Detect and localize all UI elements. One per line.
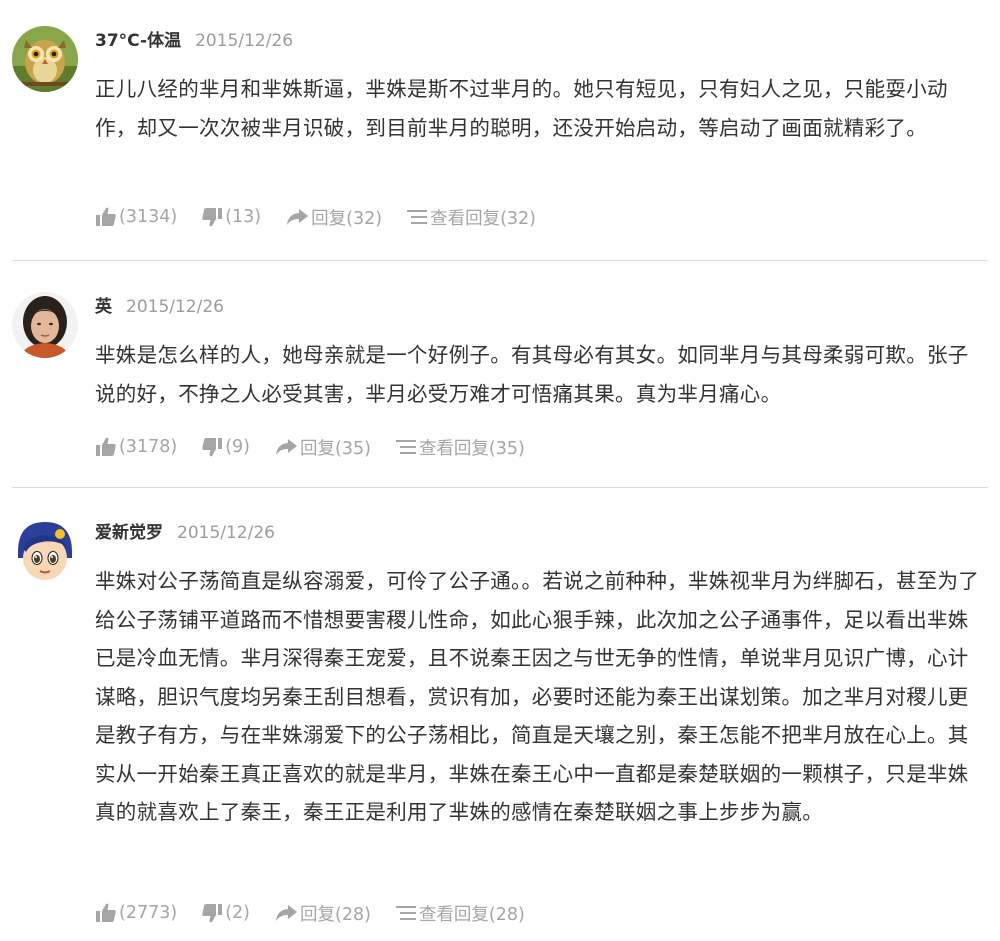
divider [12, 487, 988, 488]
thumbs-down-icon [202, 208, 223, 227]
view-replies-button[interactable]: 查看回复(32) [406, 205, 536, 230]
share-arrow-icon [276, 439, 297, 455]
comment-date: 2015/12/26 [126, 297, 224, 317]
dislike-button[interactable]: (9) [201, 437, 250, 457]
view-replies-button[interactable]: 查看回复(35) [395, 435, 525, 460]
comment-text: 正儿八经的芈月和芈姝斯逼，芈姝是斯不过芈月的。她只有短见，只有妇人之见，只能耍小… [95, 77, 948, 140]
dislike-count: (9) [225, 437, 250, 457]
list-lines-icon [395, 906, 416, 920]
comment-header: 37°C-体温 2015/12/26 [95, 28, 293, 54]
comment-date: 2015/12/26 [177, 523, 275, 543]
like-count: (3134) [119, 207, 178, 227]
reply-button[interactable]: 回复(32) [285, 205, 382, 230]
comment-actions: (3134) (13) 回复(32) 查看回复(32) [95, 204, 560, 230]
username[interactable]: 英 [95, 297, 112, 317]
list-lines-icon [407, 210, 428, 224]
comment-text: 芈姝是怎么样的人，她母亲就是一个好例子。有其母必有其女。如同芈月与其母柔弱可欺。… [95, 343, 969, 406]
like-button[interactable]: (3134) [95, 207, 177, 227]
view-replies-label: 查看回复(35) [418, 438, 525, 459]
owl-avatar-icon [12, 26, 78, 92]
username[interactable]: 37°C-体温 [95, 31, 181, 51]
comment-actions: (3178) (9) 回复(35) 查看回复(35) [95, 434, 549, 460]
avatar[interactable] [12, 518, 78, 584]
comment-actions: (2773) (2) 回复(28) 查看回复(28) [95, 900, 549, 926]
reply-label: 回复(32) [311, 208, 383, 229]
comment-header: 英 2015/12/26 [95, 294, 224, 320]
reply-button[interactable]: 回复(28) [274, 901, 371, 926]
like-button[interactable]: (2773) [95, 903, 177, 923]
divider [12, 260, 988, 261]
dislike-button[interactable]: (13) [201, 207, 261, 227]
view-replies-label: 查看回复(28) [418, 904, 525, 925]
reply-label: 回复(28) [300, 904, 371, 925]
reply-label: 回复(35) [300, 438, 371, 459]
comment-text: 芈姝对公子荡简直是纵容溺爱，可伶了公子通。。若说之前种种，芈姝视芈月为绊脚石，甚… [95, 569, 980, 824]
thumbs-down-icon [202, 438, 223, 457]
dislike-button[interactable]: (2) [201, 903, 250, 923]
cartoon-avatar-icon [12, 518, 78, 584]
view-replies-button[interactable]: 查看回复(28) [395, 901, 525, 926]
share-arrow-icon [287, 209, 309, 225]
avatar[interactable] [12, 292, 78, 358]
dislike-count: (13) [225, 207, 262, 227]
thumbs-up-icon [96, 207, 116, 226]
list-lines-icon [395, 440, 416, 454]
thumbs-down-icon [202, 904, 223, 923]
like-count: (2773) [119, 903, 178, 923]
thumbs-up-icon [96, 437, 116, 456]
comment-date: 2015/12/26 [195, 31, 294, 51]
like-button[interactable]: (3178) [95, 437, 177, 457]
reply-button[interactable]: 回复(35) [274, 435, 371, 460]
avatar[interactable] [12, 26, 78, 92]
share-arrow-icon [276, 905, 297, 921]
view-replies-label: 查看回复(32) [430, 208, 537, 229]
username[interactable]: 爱新觉罗 [95, 523, 163, 543]
user-photo-icon [12, 292, 78, 358]
dislike-count: (2) [225, 903, 250, 923]
like-count: (3178) [119, 437, 178, 457]
comment-header: 爱新觉罗 2015/12/26 [95, 520, 275, 546]
thumbs-up-icon [96, 903, 116, 922]
